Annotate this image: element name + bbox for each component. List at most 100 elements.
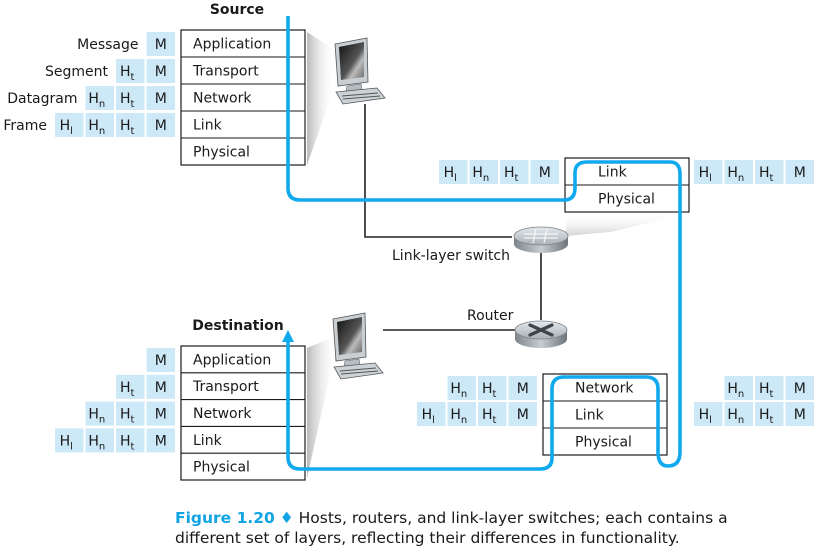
header-cell-t: Ht [116,59,145,83]
pdu-cell-label: M [517,381,529,397]
layer-network: Network [575,381,634,397]
layer-transport: Transport [192,64,259,80]
layer-physical: Physical [598,192,655,208]
pdu-cell-subscript: n [738,389,744,400]
header-cell-t: Ht [500,160,529,184]
header-cell-n: Hn [724,160,753,184]
network-links [364,104,542,331]
message-cell: M [146,32,175,56]
pdu-cell-subscript: l [432,415,435,426]
header-cell-n: Hn [724,402,753,426]
header-cell-n: Hn [447,402,476,426]
header-cell-n: Hn [724,376,753,400]
header-cell-t: Ht [755,160,784,184]
pdu-cell-label: M [794,381,806,397]
switch-label: Link-layer switch [392,248,510,264]
switch-shade [565,213,690,236]
layer-link: Link [193,118,223,134]
message-cell: M [146,59,175,83]
pdu-cell-subscript: l [709,415,712,426]
pdu-cell-subscript: n [461,415,467,426]
pdu-cell-subscript: l [454,173,457,184]
pdu-name-datagram: Datagram [7,91,77,107]
message-cell: M [508,402,537,426]
header-cell-t: Ht [478,402,507,426]
pdu-cell-subscript: l [70,441,73,452]
header-cell-n: Hn [469,160,498,184]
pdu-cell-subscript: l [70,126,73,137]
pdu-cell-subscript: n [99,441,105,452]
layer-transport: Transport [192,379,259,395]
header-cell-l: Hl [55,113,84,137]
pdu-cell-subscript: n [99,126,105,137]
caption-line-1: Hosts, routers, and link-layer switches;… [298,509,728,527]
header-cell-l: Hl [417,402,446,426]
header-cell-t: Ht [755,376,784,400]
header-cell-n: Hn [85,113,114,137]
pdu-name-segment: Segment [45,64,109,80]
pdu-name-frame: Frame [3,118,47,134]
layer-application: Application [193,37,271,53]
pdu-cell-label: M [794,407,806,423]
pdu-cell-label: M [794,165,806,181]
source-host-shade [307,32,335,165]
header-cell-l: Hl [694,160,723,184]
pdu-name-message: Message [77,37,138,53]
message-cell: M [146,428,175,453]
pdu-cell-subscript: t [131,441,135,452]
pdu-cell-subscript: t [770,389,774,400]
pdu-cell-subscript: n [738,173,744,184]
layer-physical: Physical [193,460,250,476]
switch-stack: LinkPhysical Hl Hn Ht M Hl Hn Ht M [439,157,814,213]
pdu-cell-label: M [155,353,167,369]
pdu-cell-subscript: t [493,415,497,426]
message-cell: M [146,348,175,372]
pdu-cell-label: M [155,380,167,396]
destination-title: Destination [192,318,283,334]
header-cell-t: Ht [116,401,145,426]
layer-link: Link [598,165,628,181]
layer-physical: Physical [575,435,632,451]
destination-host-shade [307,335,338,478]
pdu-cell-subscript: t [515,173,519,184]
pdu-cell-label: M [155,433,167,449]
pdu-cell-subscript: n [738,415,744,426]
layer-network: Network [193,406,252,422]
header-cell-t: Ht [116,428,145,453]
pdu-cell-label: M [155,64,167,80]
message-cell: M [146,374,175,399]
layer-link: Link [575,408,605,424]
header-cell-t: Ht [478,376,507,400]
pdu-cell-subscript: t [770,415,774,426]
message-cell: M [530,160,559,184]
pdu-cell-subscript: t [493,389,497,400]
message-cell: M [508,376,537,400]
network-layers-diagram: Source Application Transport Network Link Ph… [3,2,814,481]
figure-caption: Figure 1.20 ♦ Hosts, routers, and link-l… [175,508,815,548]
message-cell: M [146,86,175,110]
header-cell-l: Hl [439,160,468,184]
pdu-cell-subscript: n [99,415,105,426]
pdu-cell-subscript: n [483,173,489,184]
pdu-cell-subscript: t [131,415,135,426]
source-title: Source [210,2,264,18]
layer-network: Network [193,91,252,107]
header-cell-t: Ht [116,86,145,110]
message-cell: M [785,160,814,184]
header-cell-l: Hl [694,402,723,426]
pdu-cell-label: M [155,407,167,423]
figure-number: Figure 1.20 [175,509,275,527]
header-cell-l: Hl [55,428,84,453]
pdu-cell-subscript: t [131,126,135,137]
pdu-cell-label: M [155,118,167,134]
layer-link: Link [193,433,223,449]
pdu-cell-subscript: t [131,99,135,110]
switch-icon [513,226,569,253]
pdu-cell-subscript: t [770,173,774,184]
header-cell-n: Hn [85,86,114,110]
message-cell: M [785,402,814,426]
message-cell: M [146,401,175,426]
caption-separator: ♦ [279,509,294,527]
destination-host-icon [332,312,384,380]
layer-physical: Physical [193,145,250,161]
